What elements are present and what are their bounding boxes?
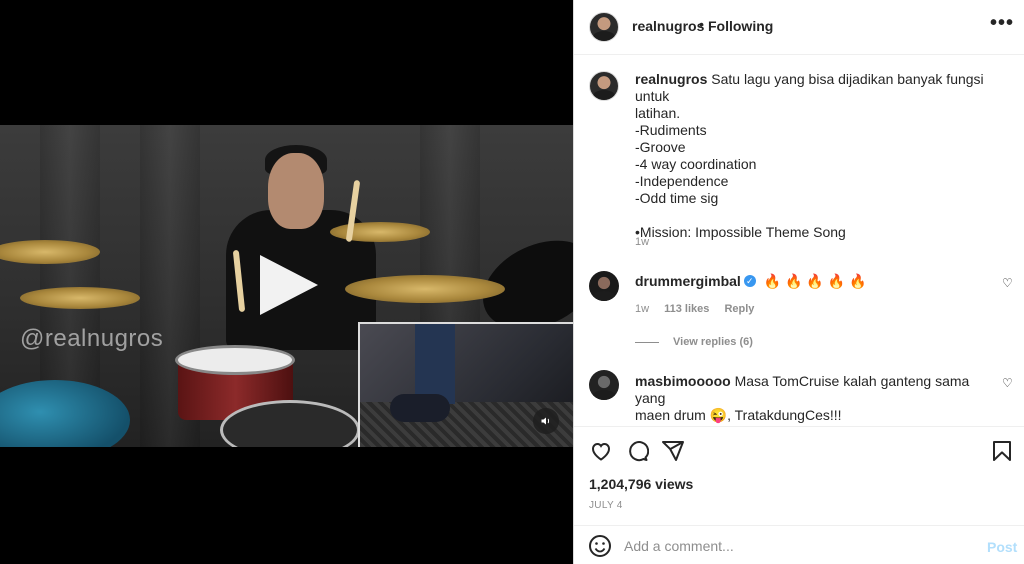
comment-input[interactable] xyxy=(624,536,954,556)
following-button[interactable]: Following xyxy=(708,18,773,34)
smiley-icon xyxy=(589,535,611,557)
speaker-icon xyxy=(541,417,550,425)
comment-button[interactable] xyxy=(625,439,649,463)
comment-like-icon[interactable]: ♡ xyxy=(1002,276,1013,290)
play-button[interactable] xyxy=(240,240,340,335)
comments-list[interactable]: realnugros Satu lagu yang bisa dijadikan… xyxy=(574,56,1024,426)
share-icon xyxy=(662,441,684,461)
floor-tom xyxy=(0,380,130,447)
post-button[interactable]: Post xyxy=(987,539,1017,555)
post-actions xyxy=(574,426,1024,474)
comment-like-icon[interactable]: ♡ xyxy=(1002,376,1013,390)
cymbal xyxy=(345,275,505,303)
comment-text: masbimooooo Masa TomCruise kalah ganteng… xyxy=(635,373,995,424)
header-username[interactable]: realnugros xyxy=(632,18,704,34)
inset-shoe xyxy=(390,394,450,422)
play-icon xyxy=(260,255,318,315)
caption-line: -Groove xyxy=(635,139,686,155)
comment-meta: 1w 113 likes Reply xyxy=(635,303,766,315)
media-viewer: @realnugros xyxy=(0,0,573,564)
like-button[interactable] xyxy=(589,439,613,463)
share-button[interactable] xyxy=(661,439,685,463)
caption-username[interactable]: realnugros xyxy=(635,71,707,87)
caption-line: -4 way coordination xyxy=(635,156,757,172)
inset-leg xyxy=(415,324,455,404)
bookmark-icon xyxy=(993,441,1011,461)
caption-timestamp[interactable]: 1w xyxy=(635,236,649,248)
verified-badge-icon: ✓ xyxy=(743,275,756,288)
comment-icon xyxy=(629,441,649,462)
add-comment-bar: Post xyxy=(574,525,1024,564)
comment-likes[interactable]: 113 likes xyxy=(664,303,709,315)
caption-line: -Odd time sig xyxy=(635,190,719,206)
save-button[interactable] xyxy=(990,439,1014,463)
post-header: realnugros • Following ••• xyxy=(574,0,1024,55)
avatar[interactable] xyxy=(589,370,619,400)
drummer-head xyxy=(268,153,324,229)
comment-username[interactable]: drummergimbal xyxy=(635,273,741,289)
cymbal xyxy=(20,287,140,309)
view-count[interactable]: 1,204,796 views xyxy=(589,476,693,492)
view-replies-button[interactable]: View replies (6) xyxy=(635,336,753,348)
caption-line xyxy=(635,207,995,224)
emoji-button[interactable] xyxy=(588,534,612,558)
comment-body: 🔥 🔥 🔥 🔥 🔥 xyxy=(763,273,867,289)
avatar[interactable] xyxy=(589,12,619,42)
avatar[interactable] xyxy=(589,271,619,301)
comment-text: drummergimbal ✓ 🔥 🔥 🔥 🔥 🔥 xyxy=(635,273,995,290)
caption-text: realnugros Satu lagu yang bisa dijadikan… xyxy=(635,71,995,241)
snare-drum xyxy=(175,345,295,375)
heart-icon xyxy=(591,442,611,461)
avatar[interactable] xyxy=(589,71,619,101)
view-replies-label: View replies (6) xyxy=(673,336,753,348)
caption-line: latihan. xyxy=(635,105,681,121)
video-watermark: @realnugros xyxy=(20,325,164,352)
divider xyxy=(635,341,659,343)
caption-line: •Mission: Impossible Theme Song xyxy=(635,224,846,240)
separator-dot: • xyxy=(699,16,704,32)
comment-timestamp[interactable]: 1w xyxy=(635,303,649,315)
video-player[interactable]: @realnugros xyxy=(0,125,573,447)
reply-button[interactable]: Reply xyxy=(724,303,754,315)
post-date[interactable]: JULY 4 xyxy=(589,500,623,511)
more-options-icon[interactable]: ••• xyxy=(990,12,1014,35)
comment-body: maen drum 😜, TratakdungCes!!! xyxy=(635,407,842,423)
mute-button[interactable] xyxy=(533,408,559,434)
caption-line: -Rudiments xyxy=(635,122,707,138)
comment-username[interactable]: masbimooooo xyxy=(635,373,731,389)
caption-line: -Independence xyxy=(635,173,729,189)
post-panel: realnugros • Following ••• realnugros Sa… xyxy=(573,0,1024,564)
